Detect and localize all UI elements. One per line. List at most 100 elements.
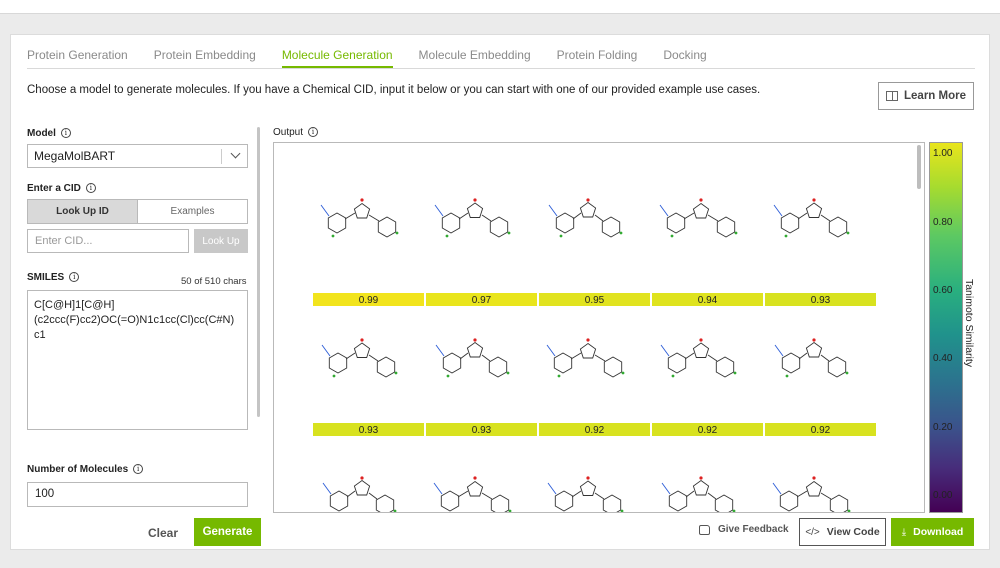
model-select[interactable]: MegaMolBART bbox=[27, 144, 248, 168]
molecule-ring bbox=[828, 216, 848, 238]
molecule-ring bbox=[377, 216, 397, 238]
main-panel: Protein Generation Protein Embedding Mol… bbox=[10, 34, 990, 550]
molecule-atom bbox=[360, 198, 364, 202]
molecule-bond bbox=[345, 352, 356, 360]
score-label: 0.92 bbox=[698, 425, 718, 436]
molecule-bond bbox=[820, 354, 830, 362]
molecule-atom bbox=[671, 374, 675, 378]
molecule-bond bbox=[457, 490, 469, 498]
molecule-atom bbox=[699, 198, 703, 202]
view-code-button[interactable]: </> View Code bbox=[799, 518, 886, 546]
molecule-ring bbox=[692, 479, 710, 496]
intro-text: Choose a model to generate molecules. If… bbox=[27, 84, 761, 96]
molecule-ring bbox=[779, 490, 799, 512]
molecule-ring bbox=[805, 480, 823, 497]
tab-protein-embedding[interactable]: Protein Embedding bbox=[154, 45, 256, 69]
info-icon[interactable]: i bbox=[60, 128, 71, 138]
molecule-ring bbox=[692, 342, 710, 358]
tab-protein-folding[interactable]: Protein Folding bbox=[557, 45, 638, 69]
molecule-ring bbox=[440, 490, 460, 512]
score-label: 0.93 bbox=[811, 295, 831, 306]
tab-bar: Protein Generation Protein Embedding Mol… bbox=[27, 45, 733, 69]
look-up-button[interactable]: Look Up bbox=[194, 229, 248, 253]
info-icon[interactable]: i bbox=[133, 464, 144, 474]
colorbar-tick: 0.40 bbox=[933, 353, 953, 364]
molecule-ring bbox=[601, 216, 621, 238]
tab-molecule-embedding[interactable]: Molecule Embedding bbox=[419, 45, 531, 69]
molecule-bond bbox=[570, 352, 582, 360]
info-icon[interactable]: i bbox=[308, 127, 319, 137]
molecule-ring bbox=[441, 212, 461, 234]
molecule-atom bbox=[395, 231, 399, 235]
molecule-bond bbox=[773, 204, 783, 217]
molecule-bond bbox=[774, 344, 784, 357]
molecule-atom bbox=[621, 371, 625, 375]
molecule-ring bbox=[554, 490, 574, 512]
molecule-bond bbox=[707, 214, 719, 222]
molecule-atom bbox=[473, 338, 477, 342]
cid-input[interactable]: Enter CID... bbox=[27, 229, 189, 253]
molecule-atom bbox=[699, 476, 703, 480]
smiles-textarea[interactable]: C[C@H]1[C@H] (c2ccc(F)cc2)OC(=O)N1c1cc(C… bbox=[27, 290, 248, 430]
molecule-ring bbox=[327, 212, 347, 234]
molecule-bond bbox=[546, 344, 556, 357]
molecule-bond bbox=[368, 492, 378, 500]
model-select-value: MegaMolBART bbox=[34, 149, 116, 163]
download-icon: ⤓ bbox=[901, 526, 907, 538]
molecule-ring bbox=[442, 352, 462, 374]
output-scrollbar[interactable] bbox=[917, 145, 921, 189]
num-molecules-input[interactable]: 100 bbox=[27, 482, 248, 507]
molecule-bond bbox=[481, 214, 492, 222]
generate-button[interactable]: Generate bbox=[194, 518, 261, 546]
molecule-bond bbox=[571, 490, 582, 498]
molecule-atom bbox=[734, 231, 738, 235]
molecule-atom bbox=[507, 231, 511, 235]
info-icon[interactable]: i bbox=[69, 272, 80, 282]
molecule-ring bbox=[805, 202, 823, 218]
output-grid: 0.99 0.97 0.95 0.94 0.93 0.93 0.93 0.92 0.92 0.92 bbox=[273, 142, 925, 513]
top-bar bbox=[0, 0, 1000, 14]
output-label-text: Output bbox=[273, 127, 304, 138]
molecule-atom bbox=[699, 338, 703, 342]
molecule-bond bbox=[481, 354, 491, 362]
molecule-ring bbox=[376, 356, 396, 378]
molecule-atom bbox=[812, 338, 816, 342]
molecule-atom bbox=[620, 509, 624, 512]
molecule-bond bbox=[820, 214, 831, 222]
chevron-down-icon[interactable] bbox=[230, 148, 241, 159]
molecule-atom bbox=[586, 198, 590, 202]
tab-docking[interactable]: Docking bbox=[663, 45, 706, 69]
molecule-atom bbox=[586, 476, 590, 480]
molecule-ring bbox=[667, 352, 687, 374]
colorbar-tick: 0.60 bbox=[933, 285, 953, 296]
examples-tab[interactable]: Examples bbox=[138, 200, 247, 223]
tab-molecule-generation[interactable]: Molecule Generation bbox=[281, 45, 393, 69]
download-button[interactable]: ⤓ Download bbox=[891, 518, 974, 546]
left-scrollbar[interactable] bbox=[257, 127, 260, 417]
molecule-bond bbox=[685, 490, 695, 498]
molecule-bond bbox=[322, 482, 332, 495]
cid-label-text: Enter a CID bbox=[27, 183, 81, 194]
molecule-bond bbox=[434, 204, 444, 217]
molecule-grid-svg: 0.99 0.97 0.95 0.94 0.93 0.93 0.93 0.92 0.92 0.92 bbox=[313, 198, 876, 512]
molecule-atom bbox=[619, 231, 623, 235]
molecule-ring bbox=[603, 356, 623, 378]
molecule-bond bbox=[572, 212, 582, 220]
molecule-atom bbox=[508, 509, 512, 512]
download-label: Download bbox=[913, 526, 964, 538]
give-feedback-button[interactable]: Give Feedback bbox=[699, 524, 789, 535]
model-label: Model i bbox=[27, 128, 71, 139]
tab-protein-generation[interactable]: Protein Generation bbox=[27, 45, 128, 69]
info-icon[interactable]: i bbox=[85, 183, 96, 193]
output-label: Output i bbox=[273, 127, 319, 138]
molecule-ring bbox=[353, 202, 371, 219]
colorbar-label: Tanimoto Similarity bbox=[963, 278, 975, 368]
molecule-ring bbox=[602, 494, 622, 512]
molecule-atom bbox=[812, 198, 816, 202]
num-molecules-label: Number of Molecules i bbox=[27, 464, 144, 475]
lookup-id-tab[interactable]: Look Up ID bbox=[28, 200, 138, 223]
clear-button[interactable]: Clear bbox=[141, 520, 185, 546]
score-label: 0.94 bbox=[698, 295, 718, 306]
learn-more-button[interactable]: Learn More bbox=[878, 82, 974, 110]
molecule-bond bbox=[458, 212, 469, 220]
